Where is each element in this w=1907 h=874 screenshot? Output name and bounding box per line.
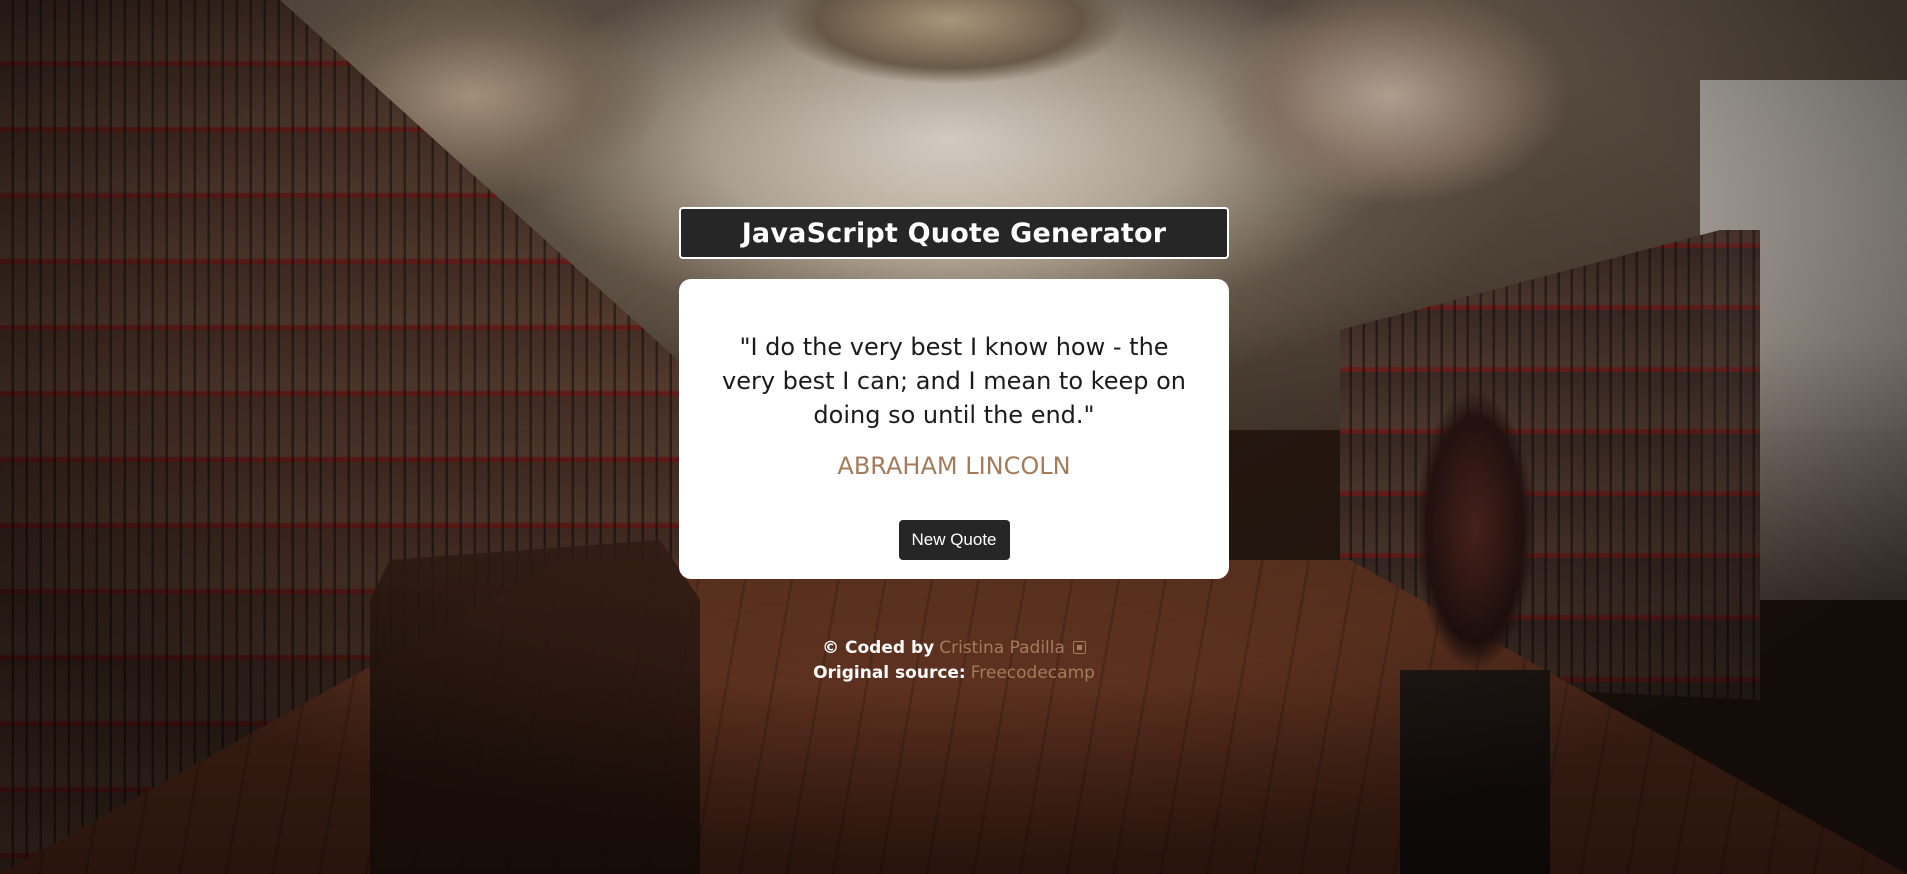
coded-by-label: © Coded by xyxy=(822,638,935,658)
coded-by-line: © Coded by Cristina Padilla xyxy=(679,636,1229,661)
quote-text: "I do the very best I know how - the ver… xyxy=(722,333,1186,429)
source-line: Original source: Freecodecamp xyxy=(679,661,1229,686)
external-link-icon[interactable] xyxy=(1072,641,1086,654)
quote-card: "I do the very best I know how - the ver… xyxy=(679,279,1229,579)
page-header: JavaScript Quote Generator xyxy=(679,207,1229,259)
author-link[interactable]: Cristina Padilla xyxy=(939,638,1065,658)
new-quote-button[interactable]: New Quote xyxy=(898,520,1010,560)
quote-author: Abraham Lincoln xyxy=(837,452,1071,480)
source-link[interactable]: Freecodecamp xyxy=(971,663,1095,683)
source-label: Original source: xyxy=(813,663,966,683)
page-title: JavaScript Quote Generator xyxy=(741,217,1167,249)
footer: © Coded by Cristina Padilla Original sour… xyxy=(679,636,1229,686)
